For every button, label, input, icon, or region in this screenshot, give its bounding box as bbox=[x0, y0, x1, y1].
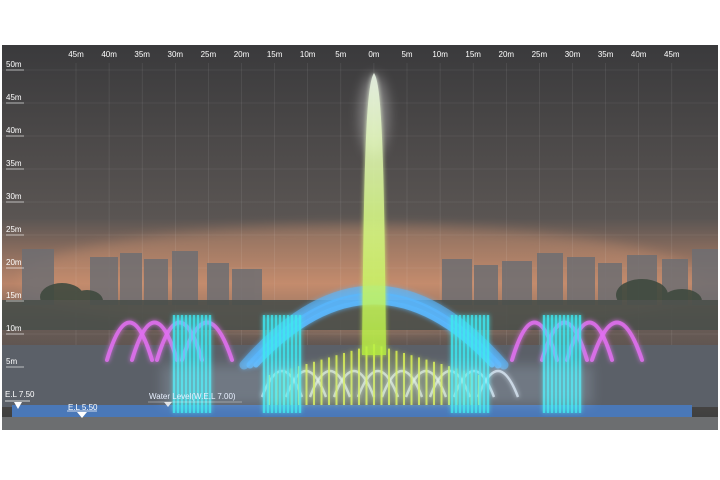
x-axis-label: 35m bbox=[134, 50, 150, 59]
x-axis-label: 30m bbox=[168, 50, 184, 59]
svg-text:E.L 7.50: E.L 7.50 bbox=[5, 390, 35, 399]
y-axis-label: 20m bbox=[6, 258, 22, 267]
x-axis-label: 20m bbox=[234, 50, 250, 59]
y-axis-label: 25m bbox=[6, 225, 22, 234]
x-axis-label: 5m bbox=[335, 50, 346, 59]
y-axis-label: 35m bbox=[6, 159, 22, 168]
fountain-elevation-diagram: 45m 40m 35m 30m 25m 20m 15m 10m 5m 0m 5m 10m 15m 20m 2… bbox=[2, 45, 718, 430]
svg-text:E.L 5.50: E.L 5.50 bbox=[68, 403, 98, 412]
y-axis-label: 15m bbox=[6, 291, 22, 300]
x-axis-label: 40m bbox=[101, 50, 117, 59]
y-axis-label: 50m bbox=[6, 60, 22, 69]
svg-text:Water Level(W.E.L 7.00): Water Level(W.E.L 7.00) bbox=[149, 392, 236, 401]
x-axis-label: 10m bbox=[432, 50, 448, 59]
y-axis-label: 40m bbox=[6, 126, 22, 135]
x-axis-label: 10m bbox=[300, 50, 316, 59]
x-axis-label: 5m bbox=[401, 50, 412, 59]
water-level-band bbox=[12, 405, 692, 417]
x-axis-label: 45m bbox=[68, 50, 84, 59]
y-axis-label: 45m bbox=[6, 93, 22, 102]
x-axis-label: 0m bbox=[368, 50, 379, 59]
x-axis-label: 35m bbox=[598, 50, 614, 59]
x-axis-label: 15m bbox=[465, 50, 481, 59]
y-axis-label: 5m bbox=[6, 357, 17, 366]
x-axis-label: 15m bbox=[267, 50, 283, 59]
y-axis-label: 30m bbox=[6, 192, 22, 201]
x-axis-label: 25m bbox=[201, 50, 217, 59]
x-axis-label: 20m bbox=[499, 50, 515, 59]
x-axis-label: 40m bbox=[631, 50, 647, 59]
x-axis-label: 45m bbox=[664, 50, 680, 59]
x-axis-label: 25m bbox=[532, 50, 548, 59]
y-axis-label: 10m bbox=[6, 324, 22, 333]
x-axis-label: 30m bbox=[565, 50, 581, 59]
